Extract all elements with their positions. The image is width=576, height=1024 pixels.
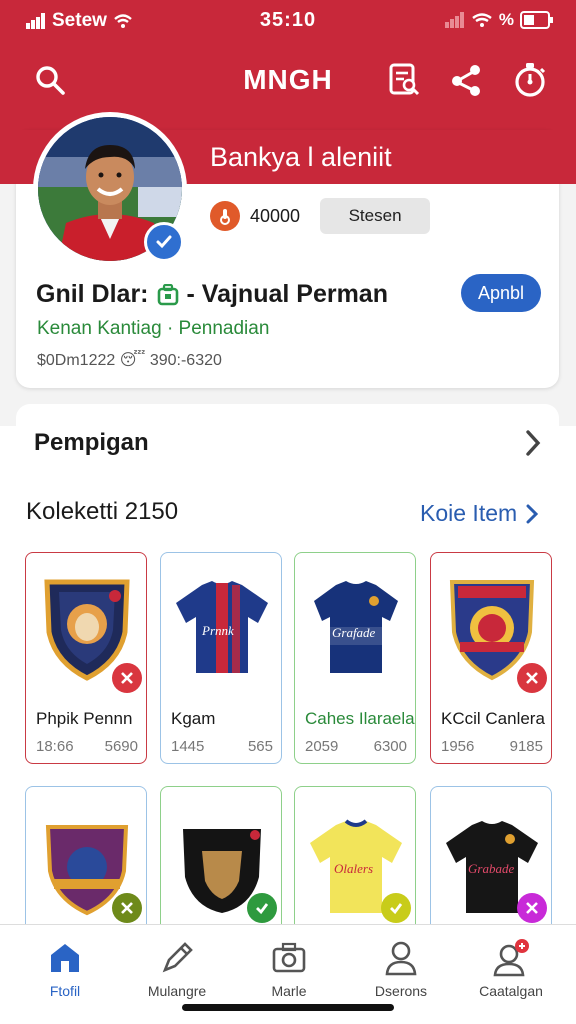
edit-icon (122, 939, 232, 977)
status-bar: Setew 35:10 % (0, 0, 576, 42)
tab-dserons[interactable]: Dserons (346, 939, 456, 999)
item-stats: 1956 9185 (441, 738, 543, 755)
home-icon (10, 939, 120, 977)
item-stat-1: 1956 (441, 738, 475, 755)
tab-label: Dserons (374, 983, 428, 999)
item-stat-2: 5690 (104, 738, 138, 755)
chevron-right-icon (526, 430, 541, 456)
full-name-suffix: - Vajnual Perman (186, 280, 388, 308)
tab-label: Caatalgan (479, 983, 543, 999)
wifi-status-icon (472, 13, 492, 27)
item-stat-1: 18:66 (36, 738, 74, 755)
verified-badge (144, 222, 184, 262)
chevron-right-icon (526, 504, 539, 523)
battery-icon (520, 11, 553, 29)
close-icon (526, 902, 538, 914)
collection-card-3[interactable]: Grafade Cahes Ilaraela 2059 6300 (294, 552, 416, 764)
tab-marle[interactable]: Marle (234, 939, 344, 999)
coin-row: 40000 Stesen (210, 198, 431, 234)
app-title: MNGH (243, 64, 333, 95)
remove-badge[interactable] (112, 663, 142, 693)
user-notification-icon (456, 939, 566, 977)
collection-card-1[interactable]: Phpik Pennn 18:66 5690 (25, 552, 147, 764)
check-badge[interactable] (247, 893, 277, 923)
section-chevron[interactable] (522, 428, 544, 463)
svg-text:Olalers: Olalers (334, 861, 373, 876)
item-name: Phpik Pennn (36, 709, 133, 728)
battery-percent: % (498, 10, 514, 29)
item-name: Cahes Ilaraela (305, 709, 415, 728)
svg-text:Prnnk: Prnnk (201, 623, 234, 638)
document-search-icon (389, 63, 420, 96)
svg-text:Grabade: Grabade (468, 861, 514, 876)
share-icon (452, 65, 480, 96)
remove-badge[interactable] (517, 893, 547, 923)
item-stat-1: 1445 (171, 738, 205, 755)
status-right-group: % (444, 10, 554, 30)
checkmark-icon (256, 903, 269, 915)
remove-badge[interactable] (517, 663, 547, 693)
item-stat-2: 9185 (509, 738, 543, 755)
item-name: Kgam (171, 709, 216, 728)
share-button[interactable] (446, 60, 486, 100)
stopwatch-icon (515, 63, 546, 97)
coin-icon (210, 201, 240, 231)
close-icon (121, 902, 133, 914)
status-button[interactable]: Stesen (320, 198, 431, 234)
item-stat-2: 565 (247, 738, 273, 755)
collection-title: Koleketti 2150 (26, 498, 179, 525)
checkmark-icon (156, 235, 172, 249)
jersey-icon: Grafade (306, 571, 406, 683)
tab-caatalgan[interactable]: Caatalgan (456, 939, 566, 999)
user-icon (346, 939, 456, 977)
item-stats: 18:66 5690 (36, 738, 138, 755)
bag-icon (157, 283, 178, 305)
check-badge[interactable] (381, 893, 411, 923)
item-stats: 1445 565 (171, 738, 273, 755)
signal-weak-icon (444, 12, 464, 28)
close-icon (121, 672, 133, 684)
profile-full-name: Gnil Dlar: - Vajnual Perman (36, 280, 388, 309)
view-items-link[interactable]: Koie Item (420, 500, 539, 527)
svg-text:Grafade: Grafade (332, 625, 376, 640)
meta-line: $0Dm1222 😴 390:-6320 (37, 352, 222, 369)
tab-profile[interactable]: Ftofil (10, 939, 120, 999)
apply-button[interactable]: Apnbl (461, 274, 541, 312)
item-name: KCcil Canlera (441, 709, 545, 728)
checkmark-icon (390, 903, 403, 915)
document-search-button[interactable] (384, 60, 424, 100)
view-items-label: Koie Item (420, 500, 518, 526)
camera-icon (234, 939, 344, 977)
collection-card-4[interactable]: KCcil Canlera 1956 9185 (430, 552, 552, 764)
tab-label: Ftofil (49, 983, 81, 999)
close-icon (526, 672, 538, 684)
section-title[interactable]: Pempigan (34, 429, 149, 457)
jersey-icon: Prnnk (172, 571, 272, 683)
tab-label: Marle (271, 983, 307, 999)
tab-label: Mulangre (147, 983, 207, 999)
home-indicator (182, 1004, 394, 1011)
club-line: Kenan Kantiag · Pennadian (37, 318, 270, 339)
check-badge[interactable] (112, 893, 142, 923)
timer-button[interactable] (510, 60, 550, 100)
coin-balance: 40000 (250, 205, 301, 226)
collection-card-2[interactable]: Prnnk Kgam 1445 565 (160, 552, 282, 764)
item-stat-1: 2059 (305, 738, 339, 755)
banner-name: Bankya l aleniit (210, 142, 392, 172)
tab-mulangre[interactable]: Mulangre (122, 939, 232, 999)
item-stat-2: 6300 (373, 738, 407, 755)
item-stats: 2059 6300 (305, 738, 407, 755)
full-name-prefix: Gnil Dlar: (36, 280, 149, 308)
